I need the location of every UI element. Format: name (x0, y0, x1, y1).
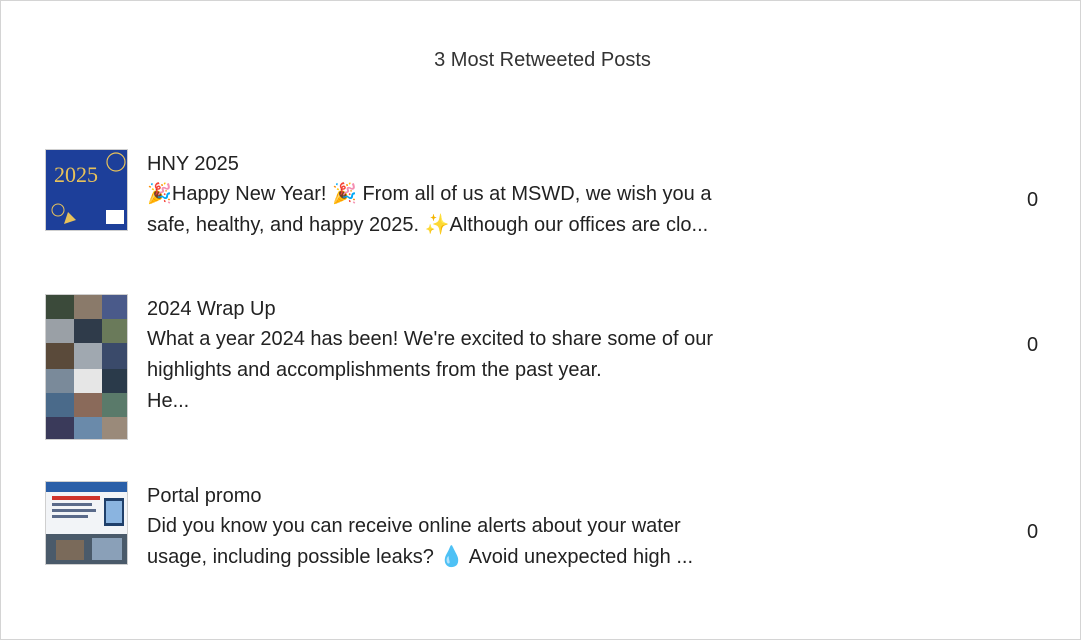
post-body: 🎉Happy New Year! 🎉 From all of us at MSW… (147, 183, 712, 236)
portal-promo-image (46, 482, 127, 564)
post-body: What a year 2024 has been! We're excited… (147, 328, 713, 412)
post-title[interactable]: HNY 2025 (147, 149, 239, 179)
post-title[interactable]: 2024 Wrap Up (147, 294, 276, 324)
collage-image (46, 295, 127, 439)
post-thumbnail[interactable] (45, 294, 128, 440)
new-year-image: 2025 (46, 150, 127, 230)
post-item[interactable]: Portal promo Did you know you can receiv… (45, 481, 1045, 568)
retweet-count: 0 (1027, 521, 1039, 543)
retweet-count: 0 (1027, 334, 1039, 356)
thumb-year-text: 2025 (54, 162, 98, 187)
post-body: Did you know you can receive online aler… (147, 515, 694, 568)
post-item[interactable]: 2024 Wrap Up What a year 2024 has been! … (45, 294, 1045, 440)
post-thumbnail[interactable] (45, 481, 128, 565)
retweet-count: 0 (1027, 189, 1039, 211)
post-item[interactable]: 2025 HNY 2025 🎉Happy New Year! 🎉 From al… (45, 149, 1045, 239)
post-title[interactable]: Portal promo (147, 481, 262, 511)
retweeted-posts-panel: 3 Most Retweeted Posts 2025 HNY 2025 🎉Ha… (0, 0, 1081, 640)
panel-title: 3 Most Retweeted Posts (434, 49, 651, 71)
post-thumbnail[interactable]: 2025 (45, 149, 128, 231)
